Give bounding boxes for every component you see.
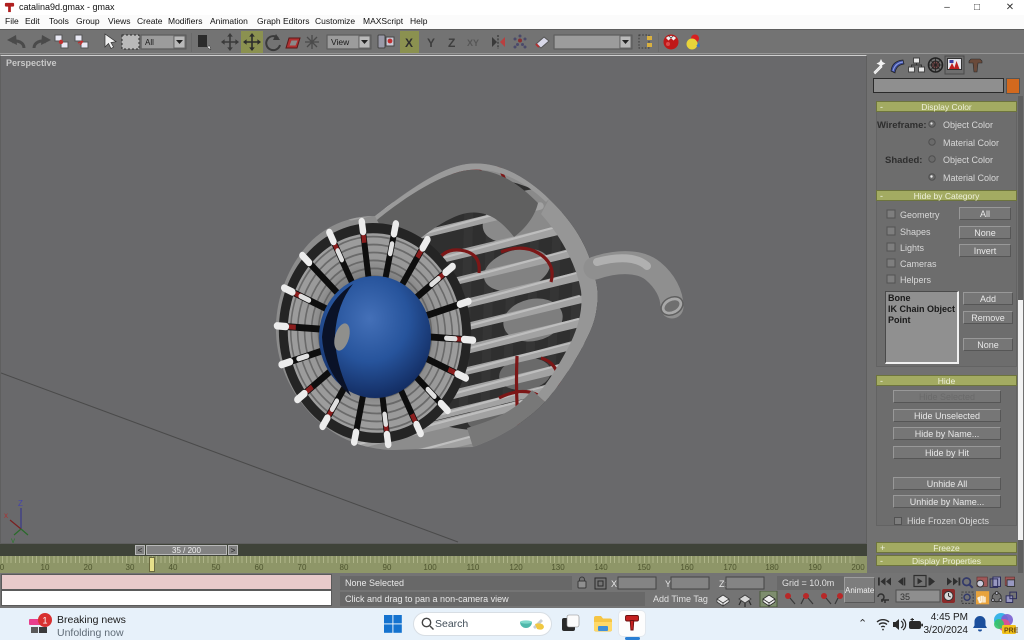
svg-text:Y: Y (427, 36, 435, 50)
svg-text:Z: Z (448, 36, 455, 50)
svg-text:y: y (11, 536, 15, 543)
svg-text:Object Color: Object Color (943, 120, 993, 130)
svg-text:PRE: PRE (1004, 628, 1018, 635)
svg-text:x: x (4, 511, 8, 520)
svg-text:XY: XY (467, 38, 479, 48)
svg-text:Material Color: Material Color (943, 138, 999, 148)
svg-text:Cameras: Cameras (900, 259, 937, 269)
svg-text:Lights: Lights (900, 243, 925, 253)
svg-text:Object Color: Object Color (943, 155, 993, 165)
svg-text:All: All (145, 38, 154, 47)
svg-text:Shapes: Shapes (900, 227, 931, 237)
svg-text:X: X (405, 36, 413, 50)
svg-text:View: View (331, 37, 350, 47)
svg-text:1: 1 (43, 616, 48, 626)
svg-text:Helpers: Helpers (900, 275, 932, 285)
svg-text:35: 35 (900, 592, 910, 602)
svg-text:Z: Z (18, 499, 23, 508)
svg-text:Geometry: Geometry (900, 210, 940, 220)
svg-text:Material Color: Material Color (943, 173, 999, 183)
